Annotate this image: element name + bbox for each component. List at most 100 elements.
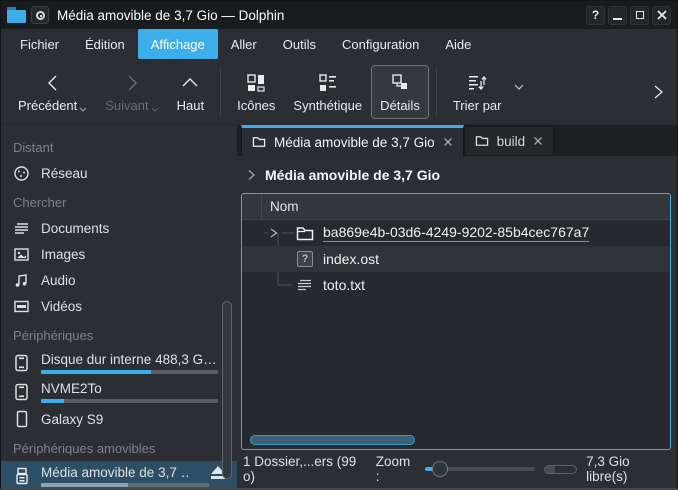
tab-label: build <box>497 134 526 149</box>
window-title: Média amovible de 3,7 Gio — Dolphin <box>57 8 284 23</box>
close-icon <box>657 10 667 20</box>
dropdown-arrow-icon <box>151 107 159 112</box>
film-icon <box>13 298 30 315</box>
toolbar: Précédent Suivant Haut <box>1 59 677 125</box>
minimize-button[interactable] <box>608 6 627 25</box>
close-button[interactable] <box>652 6 671 25</box>
picture-icon <box>13 246 30 263</box>
hard-drive-icon <box>13 351 30 374</box>
window-menu-button[interactable] <box>31 6 49 24</box>
menu-aller[interactable]: Aller <box>218 29 270 59</box>
file-name[interactable]: ba869e4b-03d6-4249-9202-85b4cec767a7 <box>323 224 589 242</box>
chevron-left-icon <box>43 71 63 95</box>
section-header-chercher: Chercher <box>1 186 237 215</box>
expander-chevron-icon[interactable] <box>268 227 279 239</box>
tab-label: Média amovible de 3,7 Gio <box>274 135 435 150</box>
help-button[interactable]: ? <box>586 6 605 25</box>
hard-drive-icon <box>13 380 30 403</box>
sidebar-item-videos[interactable]: Vidéos <box>1 293 237 319</box>
section-header-peripheriques-amovibles: Périphériques amovibles <box>1 432 237 461</box>
section-header-peripheriques: Périphériques <box>1 319 237 348</box>
question-mark-icon: ? <box>592 8 599 22</box>
menu-aide[interactable]: Aide <box>432 29 484 59</box>
sidebar-item-label: Vidéos <box>41 299 82 314</box>
folder-icon <box>252 136 266 148</box>
breadcrumb: Média amovible de 3,7 Gio <box>237 156 677 193</box>
view-compact-button[interactable]: Synthétique <box>284 65 371 119</box>
tab-close-button[interactable] <box>443 137 453 147</box>
toolbar-overflow-button[interactable] <box>647 79 669 105</box>
forward-button[interactable]: Suivant <box>96 65 167 119</box>
sort-lines-icon <box>466 71 488 95</box>
menu-outils[interactable]: Outils <box>270 29 329 59</box>
close-icon <box>533 136 543 146</box>
items-summary: 1 Dossier,...ers (99 o) <box>243 454 367 484</box>
text-lines-icon <box>13 220 30 237</box>
file-row-folder[interactable]: ba869e4b-03d6-4249-9202-85b4cec767a7 <box>242 220 670 246</box>
usb-stick-icon <box>13 464 30 487</box>
question-box-icon: ? <box>296 251 314 267</box>
chevron-right-icon[interactable] <box>247 169 256 181</box>
sidebar-item-reseau[interactable]: Réseau <box>1 160 237 186</box>
zoom-slider[interactable] <box>425 460 535 478</box>
free-space-label: 7,3 Gio libre(s) <box>586 454 671 484</box>
sidebar-item-audio[interactable]: Audio <box>1 267 237 293</box>
chevron-right-icon <box>122 71 142 95</box>
device-label: Disque dur interne 488,3 G… <box>41 351 229 368</box>
sidebar-item-label: Galaxy S9 <box>41 412 103 427</box>
sidebar-item-label: Documents <box>41 221 109 236</box>
globe-icon <box>13 165 30 182</box>
maximize-button[interactable] <box>630 6 649 25</box>
horizontal-scrollbar[interactable] <box>250 435 415 445</box>
menu-fichier[interactable]: Fichier <box>7 29 72 59</box>
tab-build[interactable]: build <box>464 125 555 156</box>
sidebar-item-disque-dur[interactable]: Disque dur interne 488,3 G… <box>1 348 237 377</box>
file-row-index-ost[interactable]: ? index.ost <box>242 246 670 272</box>
dropdown-arrow-icon <box>79 107 87 112</box>
menu-edition[interactable]: Édition <box>72 29 138 59</box>
sort-dropdown-icon[interactable] <box>514 84 524 90</box>
folder-icon <box>475 135 489 147</box>
capacity-bar <box>41 483 209 487</box>
column-header[interactable]: Nom <box>242 194 670 220</box>
sidebar-item-label: Audio <box>41 273 76 288</box>
sidebar-scrollbar[interactable] <box>222 301 232 479</box>
device-label: NVME2To <box>41 380 229 397</box>
back-button[interactable]: Précédent <box>9 65 96 119</box>
sidebar-item-documents[interactable]: Documents <box>1 215 237 241</box>
view-icons-button[interactable]: Icônes <box>228 65 284 119</box>
column-nom[interactable]: Nom <box>262 199 299 214</box>
places-panel: Distant Réseau Chercher Documents Images <box>1 125 237 488</box>
app-folder-icon <box>7 7 27 23</box>
removable-disc-icon <box>36 11 45 20</box>
status-bar: 1 Dossier,...ers (99 o) Zoom : 7,3 Gio l… <box>237 450 677 488</box>
tab-close-button[interactable] <box>533 136 543 146</box>
menu-affichage[interactable]: Affichage <box>138 29 218 59</box>
folder-icon <box>296 226 314 241</box>
view-details-button[interactable]: Détails <box>371 65 429 119</box>
sidebar-item-media-amovible[interactable]: Média amovible de 3,7 … <box>1 461 237 488</box>
tab-bar: Média amovible de 3,7 Gio build <box>237 125 677 156</box>
tree-details-icon <box>389 71 411 95</box>
sort-by-button[interactable]: Trier par <box>444 65 511 119</box>
file-row-toto-txt[interactable]: toto.txt <box>242 272 670 298</box>
sidebar-item-label: Images <box>41 247 85 262</box>
tab-media-amovible[interactable]: Média amovible de 3,7 Gio <box>241 125 464 156</box>
free-space-bar <box>544 465 577 474</box>
sidebar-item-galaxy-s9[interactable]: Galaxy S9 <box>1 406 237 432</box>
zoom-label: Zoom : <box>376 454 416 484</box>
breadcrumb-location[interactable]: Média amovible de 3,7 Gio <box>265 167 440 183</box>
device-label: Média amovible de 3,7 … <box>41 464 189 481</box>
file-name[interactable]: index.ost <box>323 251 379 267</box>
up-button[interactable]: Haut <box>168 65 213 119</box>
file-name[interactable]: toto.txt <box>323 277 365 293</box>
dolphin-window: Média amovible de 3,7 Gio — Dolphin ? Fi… <box>0 0 678 490</box>
sidebar-item-nvme2to[interactable]: NVME2To <box>1 377 237 406</box>
titlebar: Média amovible de 3,7 Gio — Dolphin ? <box>1 1 677 29</box>
toolbar-separator <box>220 67 221 117</box>
text-lines-icon <box>296 278 314 292</box>
capacity-bar <box>41 370 218 374</box>
zoom-slider-handle[interactable] <box>432 461 448 477</box>
sidebar-item-images[interactable]: Images <box>1 241 237 267</box>
menu-configuration[interactable]: Configuration <box>329 29 432 59</box>
